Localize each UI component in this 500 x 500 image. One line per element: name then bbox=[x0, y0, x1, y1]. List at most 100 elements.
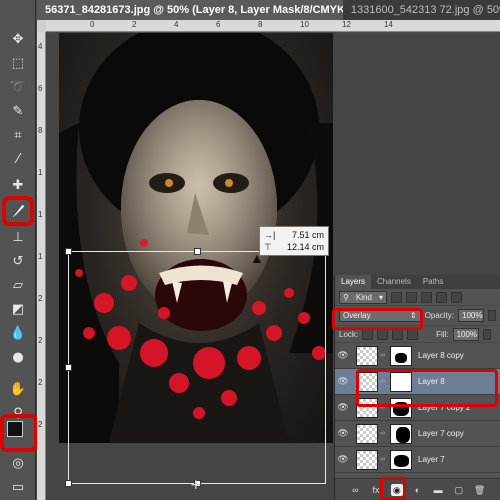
lock-transparent-icon[interactable] bbox=[362, 328, 374, 340]
transform-bounding-box[interactable] bbox=[65, 248, 329, 487]
ruler-number: 2 bbox=[38, 420, 43, 429]
transform-readout: →| 7.51 cm ⊤ 12.14 cm bbox=[259, 226, 329, 256]
eyedropper-icon[interactable]: ⁄ bbox=[6, 148, 30, 170]
layer-list: 👁 ∞ Layer 8 copy 👁 ∞ Layer 8 👁 ∞ Layer 7… bbox=[335, 343, 500, 473]
opacity-label: Opacity: bbox=[424, 311, 455, 320]
layer-thumbnail bbox=[356, 449, 378, 470]
opacity-field[interactable]: 100% bbox=[458, 309, 485, 322]
layer-mask-thumbnail[interactable] bbox=[390, 423, 412, 444]
highlight-selected-layer bbox=[356, 369, 498, 407]
stamp-icon[interactable]: ⊥ bbox=[6, 226, 30, 248]
gradient-icon[interactable]: ◩ bbox=[6, 298, 30, 320]
lock-label: Lock: bbox=[339, 329, 359, 339]
ruler-number: 10 bbox=[300, 20, 309, 29]
layer-mask-thumbnail[interactable] bbox=[390, 449, 412, 470]
new-group-icon[interactable]: ▬ bbox=[432, 484, 444, 496]
lock-all-icon[interactable] bbox=[407, 328, 419, 340]
move-icon[interactable]: ✥ bbox=[6, 28, 30, 50]
fill-field[interactable]: 100% bbox=[452, 327, 479, 341]
layer-row[interactable]: 👁 ∞ Layer 7 copy bbox=[335, 421, 500, 447]
lasso-icon[interactable]: ➰ bbox=[6, 76, 30, 98]
transform-center-icon[interactable]: ✛ bbox=[191, 478, 201, 492]
tab-active-label: 56371_84281673.jpg @ 50% (Layer 8, Layer… bbox=[45, 4, 343, 16]
layer-row[interactable]: 👁 ∞ Layer 8 copy bbox=[335, 343, 500, 369]
eraser-icon[interactable]: ▱ bbox=[6, 274, 30, 296]
crop-icon[interactable]: ⌗ bbox=[6, 124, 30, 146]
transform-handle[interactable] bbox=[194, 248, 201, 255]
link-icon[interactable]: ∞ bbox=[380, 352, 386, 359]
transform-handle[interactable] bbox=[65, 480, 72, 487]
ruler-number: 1 bbox=[38, 210, 43, 219]
ruler-horizontal: 0 2 4 6 8 10 12 14 bbox=[46, 20, 500, 32]
ruler-number: 2 bbox=[38, 378, 43, 387]
tools-panel: ✥ ⬚ ➰ ✎ ⌗ ⁄ ✚ ⊥ ↺ ▱ ◩ 💧 ● ✋ ⚲ ◎ ▭ bbox=[0, 0, 38, 500]
trash-icon[interactable]: 🗑 bbox=[474, 484, 486, 496]
ruler-number: 2 bbox=[38, 336, 43, 345]
eye-icon[interactable]: 👁 bbox=[335, 402, 351, 413]
new-layer-icon[interactable]: ▢ bbox=[453, 484, 465, 496]
adjustment-layer-icon[interactable]: ◐ bbox=[411, 484, 423, 496]
width-value: 7.51 cm bbox=[291, 230, 324, 240]
color-swatches[interactable] bbox=[0, 414, 38, 452]
filter-type-icon[interactable] bbox=[421, 291, 432, 303]
eye-icon[interactable]: 👁 bbox=[335, 454, 351, 465]
brush-icon[interactable] bbox=[2, 196, 34, 226]
marquee-icon[interactable]: ⬚ bbox=[6, 52, 30, 74]
height-value: 12.14 cm bbox=[286, 242, 324, 252]
link-layers-icon[interactable]: ∞ bbox=[349, 484, 361, 496]
tab-layers[interactable]: Layers bbox=[335, 275, 372, 289]
layer-thumbnail bbox=[356, 423, 378, 444]
layers-footer: ∞ fx ◉ ◐ ▬ ▢ 🗑 bbox=[335, 478, 500, 500]
brush-glyph bbox=[12, 204, 25, 218]
eye-icon[interactable]: 👁 bbox=[335, 376, 351, 387]
lock-position-icon[interactable] bbox=[392, 328, 404, 340]
dodge-icon[interactable]: ● bbox=[6, 346, 30, 368]
layer-name: Layer 8 copy bbox=[418, 351, 464, 360]
cursor-arrow-icon: ▲ bbox=[250, 250, 264, 266]
filter-adjustment-icon[interactable] bbox=[406, 291, 417, 303]
hand-icon[interactable]: ✋ bbox=[6, 378, 30, 400]
eye-icon[interactable]: 👁 bbox=[335, 428, 351, 439]
quick-mask-icon[interactable]: ◎ bbox=[6, 452, 30, 474]
lock-pixels-icon[interactable] bbox=[377, 328, 389, 340]
link-icon[interactable]: ∞ bbox=[380, 456, 386, 463]
tab-other-document[interactable]: 1331600_542313 72.jpg @ 50% bbox=[343, 0, 500, 20]
filter-row: ⚲ Kind ▾ bbox=[335, 289, 500, 306]
opacity-value: 100% bbox=[462, 311, 483, 320]
mask-shape bbox=[395, 352, 407, 363]
mask-shape bbox=[396, 426, 410, 443]
panel-tabs: Layers Channels Paths bbox=[335, 275, 500, 289]
ruler-number: 1 bbox=[38, 252, 43, 261]
opacity-dropdown-icon[interactable] bbox=[488, 310, 496, 321]
healing-icon[interactable]: ✚ bbox=[6, 174, 30, 196]
tab-active-document[interactable]: 56371_84281673.jpg @ 50% (Layer 8, Layer… bbox=[37, 0, 343, 20]
transform-handle[interactable] bbox=[65, 248, 72, 255]
kind-filter-select[interactable]: ⚲ Kind ▾ bbox=[339, 290, 387, 304]
fill-dropdown-icon[interactable] bbox=[482, 328, 491, 340]
ruler-number: 14 bbox=[384, 20, 393, 29]
screen-mode-icon[interactable]: ▭ bbox=[6, 476, 30, 498]
search-icon: ⚲ bbox=[343, 292, 349, 302]
blur-icon[interactable]: 💧 bbox=[6, 322, 30, 344]
height-label: ⊤ bbox=[264, 242, 272, 252]
filter-pixel-icon[interactable] bbox=[391, 291, 402, 303]
foreground-color[interactable] bbox=[7, 421, 23, 437]
layer-name: Layer 7 copy bbox=[418, 429, 464, 438]
ruler-number: 0 bbox=[90, 20, 95, 29]
tab-channels[interactable]: Channels bbox=[371, 275, 417, 289]
ruler-number: 1 bbox=[38, 168, 43, 177]
link-icon[interactable]: ∞ bbox=[380, 430, 386, 437]
tab-paths[interactable]: Paths bbox=[417, 275, 449, 289]
eye-icon[interactable]: 👁 bbox=[335, 350, 351, 361]
layer-row[interactable]: 👁 ∞ Layer 7 bbox=[335, 447, 500, 473]
transform-handle[interactable] bbox=[65, 364, 72, 371]
ruler-number: 4 bbox=[174, 20, 179, 29]
quick-select-icon[interactable]: ✎ bbox=[6, 100, 30, 122]
filter-smart-icon[interactable] bbox=[451, 291, 462, 303]
filter-shape-icon[interactable] bbox=[436, 291, 447, 303]
kind-label: Kind bbox=[355, 292, 372, 302]
history-brush-icon[interactable]: ↺ bbox=[6, 250, 30, 272]
ruler-number: 8 bbox=[258, 20, 263, 29]
ruler-number: 6 bbox=[38, 84, 43, 93]
layer-mask-thumbnail[interactable] bbox=[390, 345, 412, 366]
